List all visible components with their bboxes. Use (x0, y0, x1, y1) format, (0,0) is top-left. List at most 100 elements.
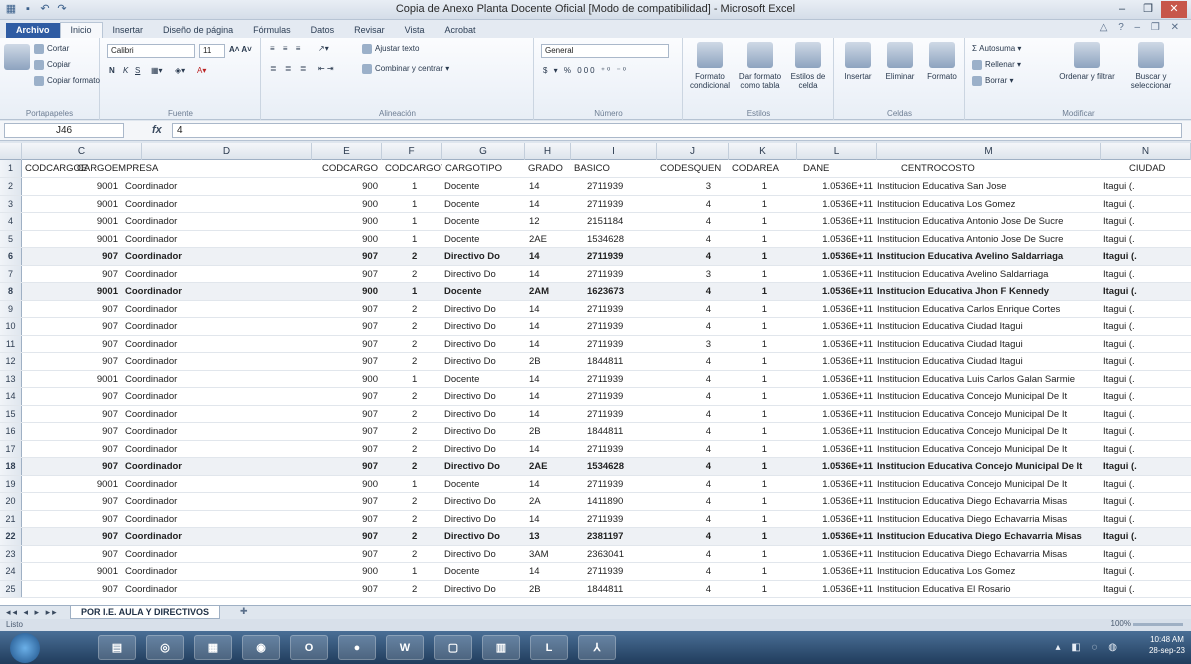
cell[interactable]: Institucion Educativa Diego Echavarria M… (877, 493, 1101, 510)
wrap-text-button[interactable]: Ajustar texto (362, 44, 419, 54)
chrome-icon[interactable]: ◉ (242, 635, 280, 660)
cell[interactable]: 1.0536E+11 (797, 476, 877, 493)
cell[interactable]: 900 (312, 476, 382, 493)
cell[interactable]: 1.0536E+11 (797, 528, 877, 545)
cell[interactable]: CARGOEMPRESA (74, 160, 312, 177)
cell[interactable]: 14 (525, 511, 571, 528)
row-header[interactable]: 14 (0, 388, 22, 405)
cell[interactable]: 1 (382, 178, 442, 195)
cell[interactable]: Itagui (. (1101, 178, 1191, 195)
autosum-button[interactable]: Σ Autosuma ▾ (972, 44, 1021, 53)
bold-icon[interactable]: N (109, 66, 115, 75)
cell[interactable]: 4 (657, 406, 729, 423)
cell[interactable]: 1.0536E+11 (797, 231, 877, 248)
cell[interactable]: 1411890 (571, 493, 657, 510)
cell[interactable]: 2 (382, 511, 442, 528)
cell[interactable]: Institucion Educativa Carlos Enrique Cor… (877, 301, 1101, 318)
cell[interactable]: 1.0536E+11 (797, 441, 877, 458)
cell[interactable]: 907 (312, 581, 382, 598)
tab-diseno-pagina[interactable]: Diseño de página (153, 23, 243, 38)
cell[interactable]: 14 (525, 371, 571, 388)
cell[interactable]: 14 (525, 406, 571, 423)
row-header[interactable]: 10 (0, 318, 22, 335)
start-button[interactable] (10, 633, 40, 663)
browser-icon[interactable]: ◎ (146, 635, 184, 660)
column-header[interactable]: C (22, 143, 142, 160)
row-header[interactable]: 6 (0, 248, 22, 265)
cell[interactable]: Institucion Educativa Concejo Municipal … (877, 441, 1101, 458)
cell[interactable]: 2AM (525, 283, 571, 300)
cell[interactable]: 1 (729, 283, 797, 300)
cell[interactable]: 2 (382, 318, 442, 335)
tab-inicio[interactable]: Inicio (59, 22, 103, 38)
cell[interactable]: Itagui (. (1101, 336, 1191, 353)
cell[interactable]: 1.0536E+11 (797, 511, 877, 528)
cell[interactable]: 14 (525, 318, 571, 335)
cell[interactable]: Itagui (. (1101, 371, 1191, 388)
cell[interactable]: 3 (657, 336, 729, 353)
cell[interactable]: 1 (729, 196, 797, 213)
cell[interactable]: Itagui (. (1101, 493, 1191, 510)
font-size-select[interactable]: 11 (199, 44, 225, 58)
sort-filter-button[interactable]: Ordenar y filtrar (1058, 42, 1116, 81)
cell[interactable]: 2 (382, 458, 442, 475)
find-select-button[interactable]: Buscar y seleccionar (1120, 42, 1182, 90)
cell[interactable]: Coordinador (122, 476, 312, 493)
media-icon[interactable]: ● (338, 635, 376, 660)
sheet-nav-icon[interactable]: ◂◂ ◂ ▸ ▸▸ (6, 607, 59, 618)
cell[interactable]: 1 (729, 476, 797, 493)
cell[interactable]: 1.0536E+11 (797, 388, 877, 405)
cell[interactable]: Directivo Do (442, 266, 525, 283)
tab-archivo[interactable]: Archivo (6, 23, 60, 38)
cell[interactable]: 1.0536E+11 (797, 493, 877, 510)
cell[interactable]: Directivo Do (442, 511, 525, 528)
column-header[interactable]: L (797, 143, 877, 160)
cell[interactable]: 9001 (22, 196, 122, 213)
cell[interactable]: 907 (312, 266, 382, 283)
fx-icon[interactable]: fx (152, 124, 162, 136)
cell[interactable]: 907 (22, 266, 122, 283)
cell[interactable]: Institucion Educativa Avelino Saldarriag… (877, 266, 1101, 283)
cell[interactable]: Institucion Educativa Concejo Municipal … (877, 406, 1101, 423)
cell[interactable]: 907 (22, 318, 122, 335)
cell[interactable]: Institucion Educativa Ciudad Itagui (877, 336, 1101, 353)
explorer-icon[interactable]: ▤ (98, 635, 136, 660)
cell[interactable]: 1844811 (571, 423, 657, 440)
cell[interactable]: 4 (657, 248, 729, 265)
cell[interactable]: Coordinador (122, 511, 312, 528)
cell[interactable]: 907 (312, 423, 382, 440)
row-header[interactable]: 15 (0, 405, 22, 422)
cell[interactable]: 1.0536E+11 (797, 178, 877, 195)
cell[interactable]: Coordinador (122, 213, 312, 230)
cell[interactable]: Itagui (. (1101, 248, 1191, 265)
cell[interactable]: 2 (382, 493, 442, 510)
cell[interactable]: 2711939 (571, 196, 657, 213)
cell[interactable]: 4 (657, 546, 729, 563)
cell[interactable]: 2 (382, 441, 442, 458)
cell[interactable]: Institucion Educativa Los Gomez (877, 563, 1101, 580)
cell[interactable]: 1 (729, 458, 797, 475)
cell[interactable]: 4 (657, 371, 729, 388)
cell[interactable]: 1 (729, 511, 797, 528)
cell[interactable]: Docente (442, 283, 525, 300)
cell[interactable]: 1.0536E+11 (797, 406, 877, 423)
cell[interactable]: Directivo Do (442, 406, 525, 423)
format-cells-button[interactable]: Formato (923, 42, 961, 81)
row-header[interactable]: 17 (0, 440, 22, 457)
row-header[interactable]: 4 (0, 213, 22, 230)
cell[interactable]: Coordinador (122, 371, 312, 388)
cell[interactable]: Itagui (. (1101, 213, 1191, 230)
cell[interactable]: 14 (525, 266, 571, 283)
cell[interactable]: 2 (382, 546, 442, 563)
cell[interactable]: 2AE (525, 231, 571, 248)
cell[interactable]: 1.0536E+11 (797, 336, 877, 353)
new-sheet-icon[interactable]: ✚ (240, 606, 248, 617)
formula-input[interactable]: 4 (172, 123, 1182, 138)
cell[interactable]: 1 (382, 231, 442, 248)
cell[interactable]: 900 (312, 213, 382, 230)
cell[interactable]: 900 (312, 563, 382, 580)
column-header[interactable]: G (442, 143, 525, 160)
excel-taskbar-icon[interactable]: ▦ (194, 635, 232, 660)
row-header[interactable]: 18 (0, 458, 22, 475)
align-left-icon[interactable]: ≣ ≣ ≣ (270, 64, 310, 73)
